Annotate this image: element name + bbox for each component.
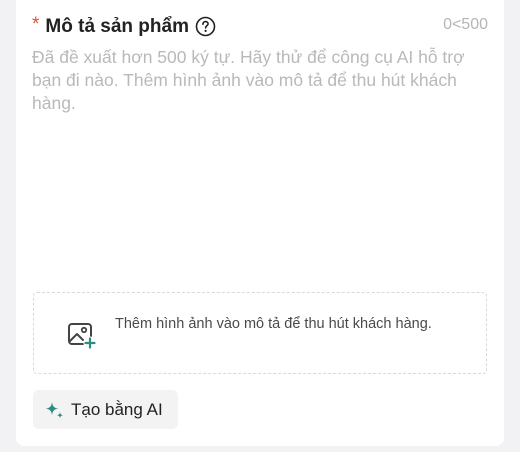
generate-with-ai-button[interactable]: Tạo bằng AI: [33, 390, 178, 429]
image-upload-zone[interactable]: Thêm hình ảnh vào mô tả để thu hút khách…: [33, 292, 487, 374]
generate-with-ai-label: Tạo bằng AI: [71, 399, 163, 419]
section-title: Mô tả sản phẩm: [45, 15, 189, 37]
required-marker: *: [32, 13, 40, 35]
question-circle-icon[interactable]: [195, 16, 216, 37]
sparkle-icon: [43, 399, 65, 421]
description-textarea-placeholder[interactable]: Đã đề xuất hơn 500 ký tự. Hãy thử để côn…: [32, 46, 490, 115]
product-description-card: * Mô tả sản phẩm 0<500 Đã đề xuất hơn 50…: [16, 0, 504, 446]
image-add-icon: [67, 321, 99, 351]
character-counter: 0<500: [443, 16, 488, 33]
section-header: * Mô tả sản phẩm 0<500: [32, 12, 488, 40]
image-upload-text: Thêm hình ảnh vào mô tả để thu hút khách…: [115, 316, 432, 332]
